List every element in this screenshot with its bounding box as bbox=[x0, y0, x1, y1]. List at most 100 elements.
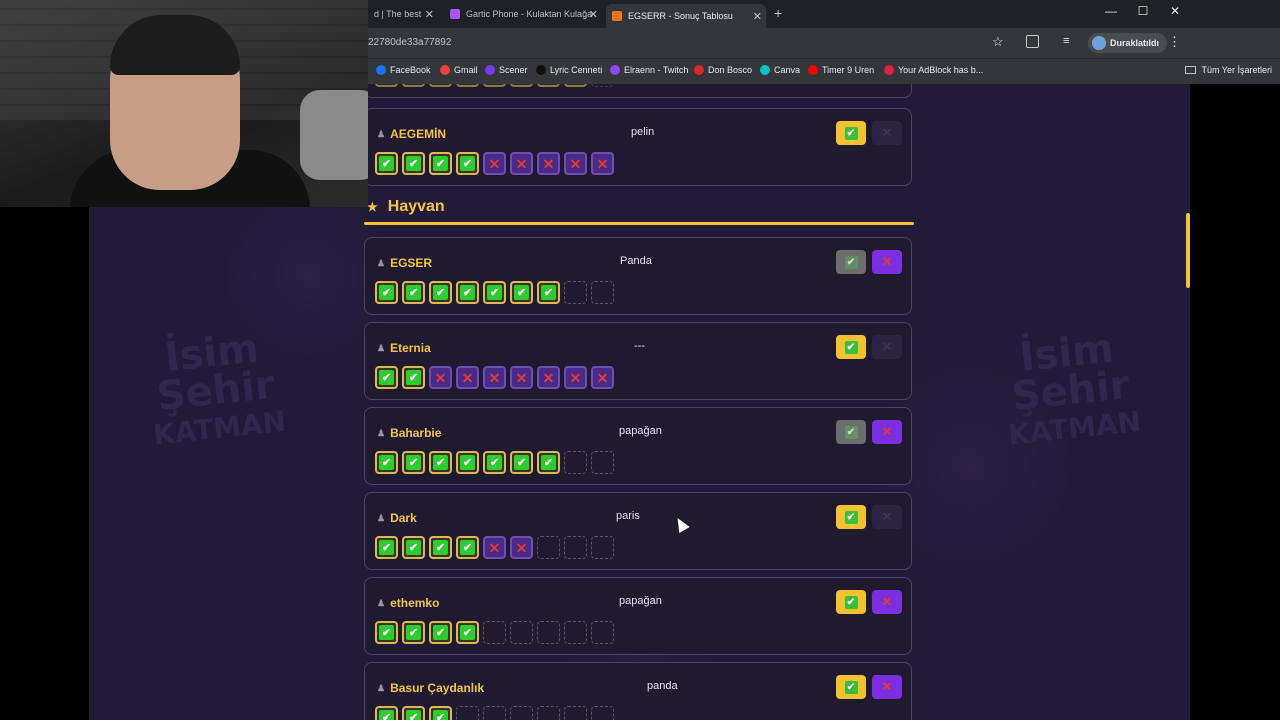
tab-1[interactable]: d | The best ✕ bbox=[368, 4, 438, 24]
category-header: ★ Hayvan bbox=[367, 198, 445, 216]
scrollbar-thumb[interactable] bbox=[1186, 213, 1190, 288]
correct-box: ✔ bbox=[375, 706, 398, 720]
menu-icon[interactable]: ⋮ bbox=[1168, 34, 1181, 50]
reject-button[interactable]: ✕ bbox=[872, 335, 902, 359]
approve-button[interactable]: ✔ bbox=[836, 335, 866, 359]
wrong-box: ✕ bbox=[591, 152, 614, 175]
player-name-label: Baharbie bbox=[390, 426, 442, 440]
extensions-icon[interactable] bbox=[1026, 35, 1039, 48]
tab-2[interactable]: Gartic Phone - Kulaktan Kulağa ✕ bbox=[444, 4, 602, 24]
correct-box: ✔ bbox=[429, 706, 452, 720]
approve-button[interactable]: ✔ bbox=[836, 250, 866, 274]
user-icon: ♟ bbox=[377, 597, 386, 608]
check-icon: ✔ bbox=[379, 370, 394, 385]
all-bookmarks-folder[interactable]: Tüm Yer İşaretleri bbox=[1185, 65, 1272, 75]
bookmark-item[interactable]: FaceBook bbox=[376, 65, 431, 75]
cross-icon: ✕ bbox=[881, 509, 893, 524]
url-field[interactable]: 22780de33a77892 bbox=[368, 37, 451, 48]
bookmark-star-icon[interactable]: ☆ bbox=[992, 34, 1004, 50]
approve-button[interactable]: ✔ bbox=[836, 675, 866, 699]
approve-button[interactable]: ✔ bbox=[836, 420, 866, 444]
folder-icon bbox=[1185, 66, 1197, 74]
minimize-button[interactable]: — bbox=[1096, 4, 1126, 18]
check-icon: ✔ bbox=[433, 540, 448, 555]
bookmark-item[interactable]: Timer 9 Uren bbox=[808, 65, 874, 75]
profile-button[interactable]: Duraklatıldı bbox=[1088, 33, 1168, 53]
tab-label: EGSERR - Sonuç Tablosu bbox=[628, 11, 733, 21]
tab-3-active[interactable]: EGSERR - Sonuç Tablosu ✕ bbox=[606, 4, 766, 28]
approve-button[interactable]: ✔ bbox=[836, 505, 866, 529]
reject-button[interactable]: ✕ bbox=[872, 420, 902, 444]
reject-button[interactable]: ✕ bbox=[872, 675, 902, 699]
correct-box: ✔ bbox=[375, 451, 398, 474]
wrong-box: ✕ bbox=[456, 366, 479, 389]
player-name-label: Eternia bbox=[390, 341, 431, 355]
user-icon: ♟ bbox=[377, 682, 386, 693]
new-tab-button[interactable]: + bbox=[774, 5, 782, 21]
check-icon: ✔ bbox=[844, 340, 858, 354]
reject-button[interactable]: ✕ bbox=[872, 590, 902, 614]
bookmark-item[interactable]: Lyric Cenneti bbox=[536, 65, 602, 75]
player-name: ♟ Baharbie bbox=[377, 426, 441, 440]
star-icon: ★ bbox=[367, 200, 378, 214]
correct-box: ✔ bbox=[402, 536, 425, 559]
close-tab-icon[interactable]: ✕ bbox=[425, 8, 434, 21]
close-tab-icon[interactable]: ✕ bbox=[589, 8, 598, 21]
bookmark-favicon-icon bbox=[760, 65, 770, 75]
check-icon: ✔ bbox=[379, 540, 394, 555]
check-icon: ✔ bbox=[433, 285, 448, 300]
cross-icon: ✕ bbox=[515, 539, 528, 556]
empty-box bbox=[591, 621, 614, 644]
tab-bar: d | The best ✕ Gartic Phone - Kulaktan K… bbox=[368, 0, 1280, 28]
check-icon: ✔ bbox=[406, 710, 421, 720]
bookmark-label: FaceBook bbox=[390, 65, 431, 75]
cross-icon: ✕ bbox=[542, 369, 555, 386]
check-icon: ✔ bbox=[844, 680, 858, 694]
bookmark-favicon-icon bbox=[440, 65, 450, 75]
empty-box bbox=[564, 281, 587, 304]
reject-button[interactable]: ✕ bbox=[872, 505, 902, 529]
previous-card-remnant: ✔ ✔ ✔ ✔ ✔ ✔ ✔ ✔ bbox=[364, 84, 912, 98]
empty-box bbox=[591, 706, 614, 720]
correct-box: ✔ bbox=[402, 281, 425, 304]
player-card: ♟ Basur Çaydanlık panda ✔ ✕ ✔ ✔ ✔ bbox=[364, 662, 912, 720]
reject-button[interactable]: ✕ bbox=[872, 250, 902, 274]
maximize-button[interactable]: ☐ bbox=[1128, 4, 1158, 18]
site-icon bbox=[612, 11, 622, 21]
cross-icon: ✕ bbox=[596, 369, 609, 386]
check-icon: ✔ bbox=[406, 156, 421, 171]
check-icon: ✔ bbox=[433, 710, 448, 720]
bookmark-item[interactable]: Elraenn - Twitch bbox=[610, 65, 688, 75]
bookmark-item[interactable]: Don Bosco bbox=[694, 65, 752, 75]
results-list: ✔ ✔ ✔ ✔ ✔ ✔ ✔ ✔ ♟ AEGEMİN pelin ✔ ✕ ✔ ✔ ✔ ✔ ✕ ✕ ✕ ✕ ✕ ★… bbox=[364, 84, 914, 720]
close-tab-icon[interactable]: ✕ bbox=[753, 10, 762, 23]
correct-box: ✔ bbox=[510, 451, 533, 474]
empty-box bbox=[483, 621, 506, 644]
cross-icon: ✕ bbox=[881, 679, 893, 694]
bookmark-item[interactable]: Your AdBlock has b... bbox=[884, 65, 983, 75]
cross-icon: ✕ bbox=[881, 254, 893, 269]
correct-box: ✔ bbox=[375, 84, 398, 87]
empty-box bbox=[591, 281, 614, 304]
correct-box: ✔ bbox=[456, 536, 479, 559]
bookmark-item[interactable]: Scener bbox=[485, 65, 528, 75]
approve-button[interactable]: ✔ bbox=[836, 590, 866, 614]
player-name-label: Dark bbox=[390, 511, 417, 525]
bookmark-item[interactable]: Gmail bbox=[440, 65, 478, 75]
player-answer: --- bbox=[634, 340, 645, 352]
media-control-icon[interactable]: ≡ bbox=[1063, 35, 1069, 47]
correct-box: ✔ bbox=[402, 706, 425, 720]
check-icon: ✔ bbox=[487, 455, 502, 470]
approve-button[interactable]: ✔ bbox=[836, 121, 866, 145]
wrong-box: ✕ bbox=[591, 366, 614, 389]
profile-status: Duraklatıldı bbox=[1110, 38, 1160, 48]
user-icon: ♟ bbox=[377, 128, 386, 139]
cross-icon: ✕ bbox=[596, 155, 609, 172]
empty-box bbox=[564, 621, 587, 644]
reject-button[interactable]: ✕ bbox=[872, 121, 902, 145]
cross-icon: ✕ bbox=[515, 155, 528, 172]
check-icon: ✔ bbox=[460, 625, 475, 640]
gartic-icon bbox=[450, 9, 460, 19]
bookmark-item[interactable]: Canva bbox=[760, 65, 800, 75]
close-window-button[interactable]: ✕ bbox=[1160, 4, 1190, 18]
